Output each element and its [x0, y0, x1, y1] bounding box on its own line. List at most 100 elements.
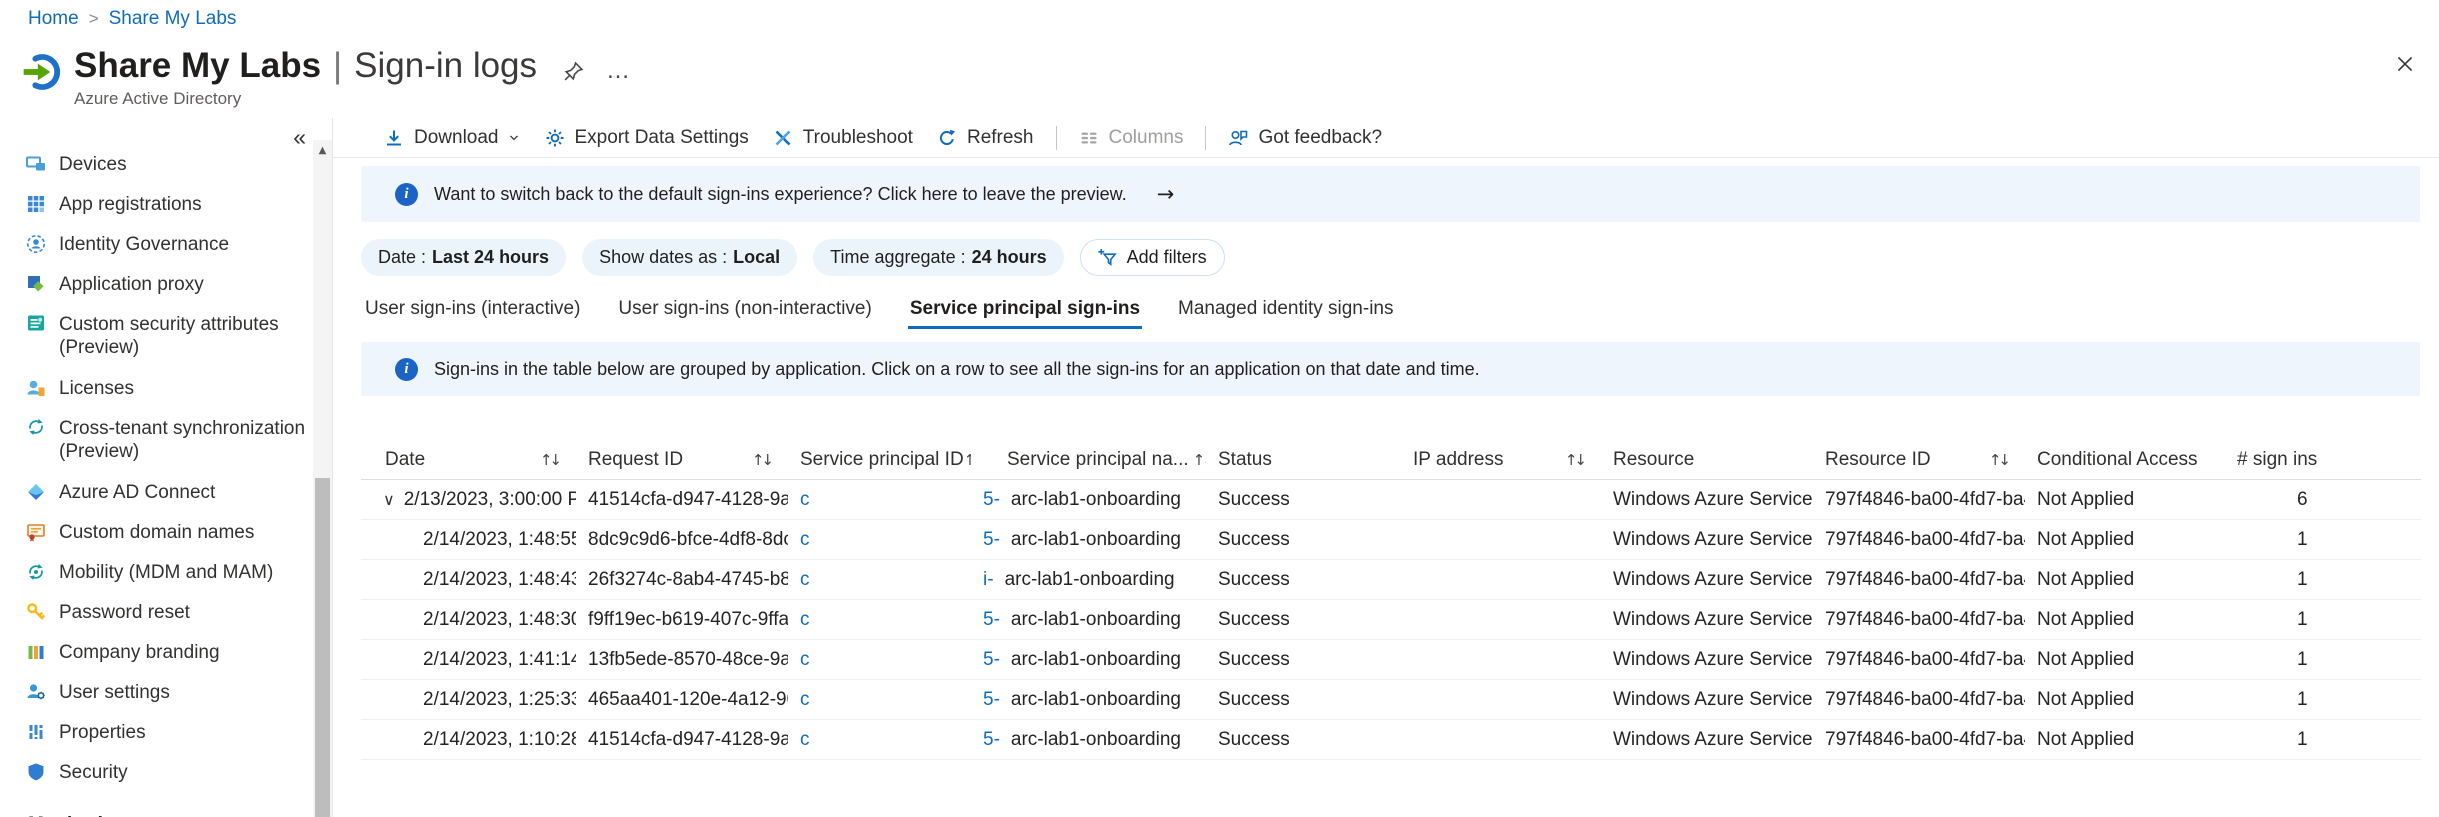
sidebar-item-properties[interactable]: Properties: [0, 712, 332, 752]
scroll-up-icon[interactable]: ▲: [313, 140, 332, 160]
column-label: Resource: [1613, 449, 1694, 471]
sidebar-item-identity-governance[interactable]: Identity Governance: [0, 224, 332, 264]
devices-icon: [26, 154, 46, 174]
sidebar-item-custom-security-attributes[interactable]: Custom security attributes(Preview): [0, 304, 332, 368]
cell-resource-id: 797f4846-ba00-4fd7-ba4...: [1813, 720, 2025, 759]
sign-in-table: Date↑↓Request ID↑↓Service principal ID↑↓…: [361, 440, 2421, 760]
column-header-sign-ins[interactable]: # sign ins: [2225, 440, 2421, 479]
column-header-service-principal-na[interactable]: Service principal na...↑↓: [971, 440, 1206, 479]
column-header-conditional-access[interactable]: Conditional Access: [2025, 440, 2225, 479]
sidebar-item-azure-ad-connect[interactable]: Azure AD Connect: [0, 472, 332, 512]
service-principal-id-link[interactable]: 5-: [983, 480, 1000, 519]
expand-chevron-icon[interactable]: ∨: [383, 492, 395, 508]
tab-service-principal-sign-ins[interactable]: Service principal sign-ins: [906, 292, 1144, 333]
cell-request-id: 13fb5ede-8570-48ce-9a...: [576, 640, 788, 679]
tab-user-sign-ins-interactive[interactable]: User sign-ins (interactive): [361, 292, 584, 333]
cell-service-principal-id[interactable]: c: [788, 680, 971, 719]
service-principal-id-link[interactable]: 5-: [983, 720, 1000, 759]
cell-service-principal-id[interactable]: c: [788, 480, 971, 519]
gear-icon: [545, 128, 565, 148]
preview-banner-message[interactable]: Want to switch back to the default sign-…: [434, 184, 1127, 205]
sidebar-item-licenses[interactable]: Licenses: [0, 368, 332, 408]
service-principal-id-link[interactable]: i-: [983, 560, 994, 599]
cell-resource-id: 797f4846-ba00-4fd7-ba4...: [1813, 520, 2025, 559]
cell-service-principal-id[interactable]: c: [788, 520, 971, 559]
tab-user-sign-ins-non-interactive[interactable]: User sign-ins (non-interactive): [614, 292, 875, 333]
export-data-settings-button[interactable]: Export Data Settings: [533, 120, 761, 156]
cell-resource: Windows Azure Service ...: [1601, 640, 1813, 679]
command-bar: Download Export Data Settings Troublesho…: [333, 118, 2439, 158]
table-row[interactable]: 2/14/2023, 1:48:30 PMf9ff19ec-b619-407c-…: [361, 600, 2421, 640]
columns-button[interactable]: Columns: [1067, 120, 1196, 156]
service-principal-id-link[interactable]: 5-: [983, 680, 1000, 719]
service-principal-id-link[interactable]: 5-: [983, 520, 1000, 559]
filter-pill-date[interactable]: Date :Last 24 hours: [361, 239, 566, 276]
column-label: Status: [1218, 449, 1272, 471]
sidebar-item-cross-tenant-synchronization[interactable]: Cross-tenant synchronization(Preview): [0, 408, 332, 472]
service-principal-id-link[interactable]: 5-: [983, 600, 1000, 639]
table-row[interactable]: 2/14/2023, 1:48:43 PM26f3274c-8ab4-4745-…: [361, 560, 2421, 600]
sidebar-item-custom-domain-names[interactable]: Custom domain names: [0, 512, 332, 552]
close-icon[interactable]: [2393, 52, 2417, 76]
troubleshoot-button[interactable]: Troubleshoot: [761, 120, 925, 156]
service-principal-id-link[interactable]: 5-: [983, 640, 1000, 679]
troubleshoot-icon: [773, 128, 793, 148]
pin-icon[interactable]: [563, 61, 584, 82]
sort-icon: ↑↓: [752, 451, 774, 469]
service-principal-name-text: arc-lab1-onboarding: [1011, 640, 1181, 679]
column-header-request-id[interactable]: Request ID↑↓: [576, 440, 788, 479]
column-header-status[interactable]: Status: [1206, 440, 1401, 479]
sidebar-item-user-settings[interactable]: User settings: [0, 672, 332, 712]
cell-conditional-access: Not Applied: [2025, 560, 2225, 599]
cell-date: 2/14/2023, 1:48:30 PM: [361, 600, 576, 639]
sort-icon: ↑↓: [1193, 451, 1206, 469]
tab-managed-identity-sign-ins[interactable]: Managed identity sign-ins: [1174, 292, 1397, 333]
filter-pill-value: Last 24 hours: [432, 247, 549, 268]
service-principal-name-text: arc-lab1-onboarding: [1011, 600, 1181, 639]
arrow-right-icon[interactable]: →: [1157, 182, 1175, 206]
table-row[interactable]: 2/14/2023, 1:41:14 PM13fb5ede-8570-48ce-…: [361, 640, 2421, 680]
column-header-ip-address[interactable]: IP address↑↓: [1401, 440, 1601, 479]
table-row[interactable]: 2/14/2023, 1:25:33 PM465aa401-120e-4a12-…: [361, 680, 2421, 720]
column-header-service-principal-id[interactable]: Service principal ID↑↓: [788, 440, 971, 479]
column-header-date[interactable]: Date↑↓: [361, 440, 576, 479]
more-icon[interactable]: …: [606, 66, 630, 76]
user-settings-icon: [26, 682, 46, 702]
breadcrumb-home-link[interactable]: Home: [28, 8, 79, 30]
sidebar-item-password-reset[interactable]: Password reset: [0, 592, 332, 632]
sidebar-item-label: Custom security attributes(Preview): [59, 313, 279, 359]
cell-resource-id: 797f4846-ba00-4fd7-ba4...: [1813, 600, 2025, 639]
table-row[interactable]: 2/14/2023, 1:10:28 PM41514cfa-d947-4128-…: [361, 720, 2421, 760]
cell-ip-address: [1401, 720, 1601, 759]
sidebar-item-app-registrations[interactable]: App registrations: [0, 184, 332, 224]
cell-service-principal-id[interactable]: c: [788, 720, 971, 759]
table-row[interactable]: ∨2/13/2023, 3:00:00 PM41514cfa-d947-4128…: [361, 480, 2421, 520]
cell-service-principal-id[interactable]: c: [788, 640, 971, 679]
sidebar-item-company-branding[interactable]: Company branding: [0, 632, 332, 672]
cell-status: Success: [1206, 480, 1401, 519]
cell-service-principal-id[interactable]: c: [788, 560, 971, 599]
add-filters-button[interactable]: Add filters: [1080, 239, 1225, 276]
feedback-icon: [1228, 128, 1248, 148]
filter-pill-show-dates-as[interactable]: Show dates as :Local: [582, 239, 797, 276]
refresh-button[interactable]: Refresh: [925, 120, 1046, 156]
breadcrumb-current-link[interactable]: Share My Labs: [109, 8, 237, 30]
sidebar-item-label: Company branding: [59, 641, 220, 664]
cell-sign-in-count: 1: [2225, 600, 2421, 639]
cell-request-id: 465aa401-120e-4a12-90...: [576, 680, 788, 719]
sidebar-item-application-proxy[interactable]: Application proxy: [0, 264, 332, 304]
sidebar-item-devices[interactable]: Devices: [0, 144, 332, 184]
download-button[interactable]: Download: [372, 120, 533, 156]
table-row[interactable]: 2/14/2023, 1:48:55 PM8dc9c9d6-bfce-4df8-…: [361, 520, 2421, 560]
sidebar-item-mobility-mdm-and-mam[interactable]: Mobility (MDM and MAM): [0, 552, 332, 592]
column-header-resource[interactable]: Resource: [1601, 440, 1813, 479]
feedback-button[interactable]: Got feedback?: [1216, 120, 1394, 156]
sidebar-collapse-icon[interactable]: «: [293, 124, 306, 151]
sidebar-scrollbar[interactable]: ▲: [313, 140, 332, 817]
cell-service-principal-id[interactable]: c: [788, 600, 971, 639]
column-header-resource-id[interactable]: Resource ID↑↓: [1813, 440, 2025, 479]
filter-pill-time-aggregate[interactable]: Time aggregate :24 hours: [813, 239, 1063, 276]
cell-service-principal-name: i-arc-lab1-onboarding: [971, 560, 1206, 599]
scrollbar-thumb[interactable]: [315, 478, 330, 817]
sidebar-item-security[interactable]: Security: [0, 752, 332, 792]
